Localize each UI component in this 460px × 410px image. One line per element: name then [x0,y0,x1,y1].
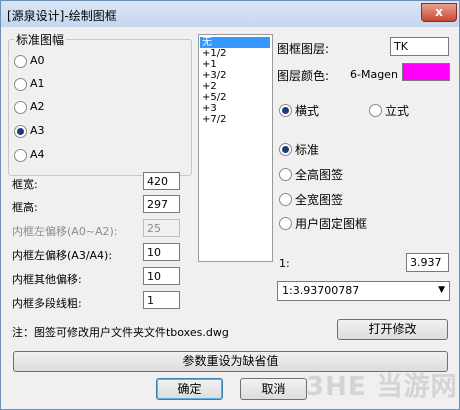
note-text: 注：图签可修改用户文件夹文件tboxes.dwg [12,326,229,339]
offset-a3a4-input[interactable]: 10 [143,243,180,261]
scale-label: 1: [279,257,290,270]
radio-a2[interactable] [14,101,27,114]
radio-full-width[interactable] [279,193,292,206]
close-button[interactable]: x [421,3,457,22]
offset-a3a4-label: 内框左偏移(A3/A4): [12,249,113,262]
radio-a1[interactable] [14,78,27,91]
paper-size-group-label: 标准图幅 [14,31,67,48]
list-item[interactable]: 无 [200,37,270,48]
title-bar[interactable]: [源泉设计]-绘制图框 x [1,1,459,27]
width-label: 框宽: [12,178,38,191]
list-item[interactable]: +3/2 [200,70,270,81]
list-item[interactable]: +1 [200,59,270,70]
height-input[interactable]: 297 [143,195,180,213]
radio-landscape-label: 横式 [295,104,320,118]
scale-input[interactable]: 3.937 [406,253,449,272]
dialog-window: [源泉设计]-绘制图框 x 标准图幅 A0 A1 A2 A3 A4 框宽: 42… [0,0,460,410]
scale-dropdown[interactable]: 1:3.93700787 ▼ [277,281,450,301]
radio-user-fixed[interactable] [279,217,292,230]
ok-button[interactable]: 确定 [156,378,223,400]
radio-a0-label: A0 [30,54,45,67]
radio-landscape[interactable] [279,104,292,117]
radio-a3[interactable] [14,125,27,138]
radio-standard-label: 标准 [295,143,320,157]
radio-full-height-label: 全高图签 [295,168,344,182]
list-item[interactable]: +5/2 [200,92,270,103]
offset-a0a2-input: 25 [143,219,180,237]
offset-other-label: 内框其他偏移: [12,273,82,286]
height-label: 框高: [12,201,38,214]
enlarge-listbox[interactable]: 无 +1/2 +1 +3/2 +2 +5/2 +3 +7/2 [198,34,273,262]
window-title: [源泉设计]-绘制图框 [7,9,117,23]
polyline-width-input[interactable]: 1 [143,291,180,309]
layer-color-label: 图层颜色: [277,69,330,83]
radio-standard[interactable] [279,143,292,156]
radio-a1-label: A1 [30,77,45,90]
width-input[interactable]: 420 [143,172,180,190]
radio-full-height[interactable] [279,168,292,181]
layer-color-name: 6-Magen [350,68,398,81]
radio-a3-label: A3 [30,124,45,137]
chevron-down-icon[interactable]: ▼ [438,285,445,295]
layer-input[interactable]: TK [390,37,449,56]
layer-color-swatch[interactable] [402,63,450,81]
list-item[interactable]: +3 [200,103,270,114]
radio-full-width-label: 全宽图签 [295,193,344,207]
open-edit-button[interactable]: 打开修改 [337,319,448,340]
radio-a0[interactable] [14,55,27,68]
layer-label: 图框图层: [277,42,330,56]
polyline-width-label: 内框多段线粗: [12,297,82,310]
offset-a0a2-label: 内框左偏移(A0~A2): [12,225,118,238]
list-item[interactable]: +7/2 [200,114,270,125]
radio-a2-label: A2 [30,100,45,113]
radio-user-fixed-label: 用户固定图框 [295,217,368,231]
offset-other-input[interactable]: 10 [143,267,180,285]
radio-a4-label: A4 [30,148,45,161]
radio-portrait[interactable] [369,104,382,117]
watermark: 3HE 当游网 [306,372,458,402]
radio-portrait-label: 立式 [385,104,410,118]
cancel-button[interactable]: 取消 [240,378,307,400]
list-item[interactable]: +1/2 [200,48,270,59]
radio-a4[interactable] [14,149,27,162]
scale-dropdown-value: 1:3.93700787 [282,284,360,297]
list-item[interactable]: +2 [200,81,270,92]
